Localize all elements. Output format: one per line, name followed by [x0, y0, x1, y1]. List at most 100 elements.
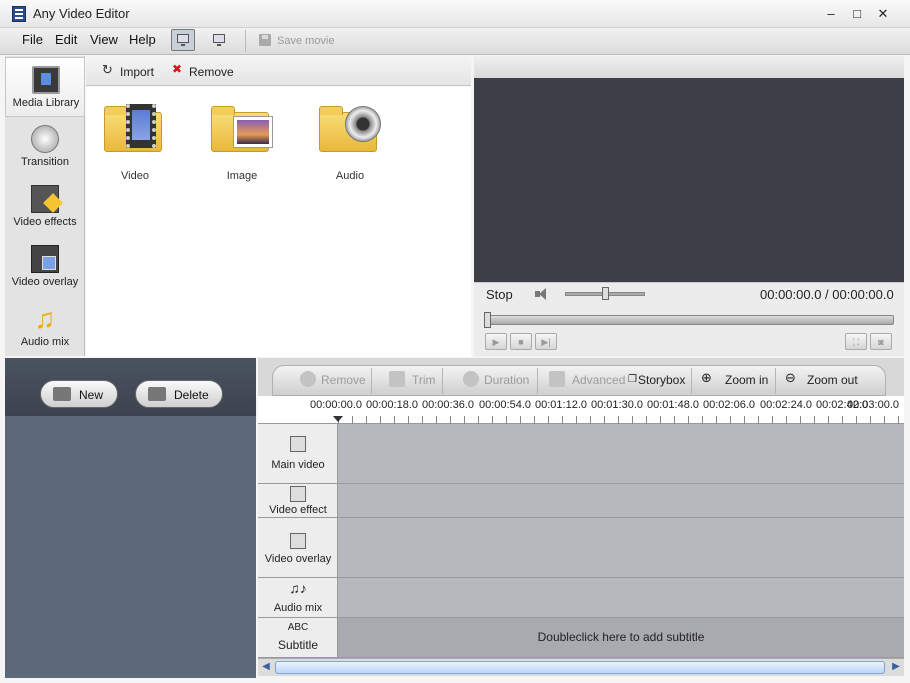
toolbar-divider: [537, 368, 538, 394]
remove-icon: ✖: [172, 62, 183, 76]
monitor-icon: [213, 34, 225, 46]
advanced-icon: [549, 371, 565, 387]
new-icon: [53, 387, 71, 401]
snapshot-button[interactable]: ◙: [870, 333, 892, 350]
main-video-track[interactable]: [338, 424, 904, 484]
ruler-ticks: [338, 416, 904, 424]
ruler-tick-label: 00:01:48.0: [647, 399, 699, 411]
advanced-button[interactable]: Advanced: [572, 373, 625, 387]
menu-file[interactable]: File: [22, 32, 43, 47]
sidebar-item-audio-mix[interactable]: ♫ Audio mix: [5, 297, 85, 357]
project-list: [5, 416, 256, 678]
sidebar-item-video-overlay[interactable]: Video overlay: [5, 237, 85, 297]
ruler-tick-label: 00:00:00.0: [310, 399, 362, 411]
minimize-button[interactable]: –: [820, 5, 842, 23]
storybox-icon: ❐: [628, 374, 637, 385]
music-note-icon: ♫: [34, 303, 56, 334]
maximize-button[interactable]: □: [846, 5, 868, 23]
film-icon: [290, 436, 306, 452]
sidebar-item-transition[interactable]: Transition: [5, 117, 85, 177]
zoom-in-button[interactable]: Zoom in: [725, 373, 768, 387]
play-button[interactable]: ▶: [485, 333, 507, 350]
zoom-out-button[interactable]: Zoom out: [807, 373, 858, 387]
track-label-main-video: Main video: [258, 424, 338, 484]
playback-status: Stop: [486, 287, 513, 302]
video-overlay-track[interactable]: [338, 518, 904, 578]
toolbar-divider: [775, 368, 776, 394]
track-label-subtitle: ABC Subtitle: [258, 618, 338, 658]
volume-slider-thumb[interactable]: [602, 287, 609, 300]
stop-button[interactable]: ■: [510, 333, 532, 350]
seek-bar[interactable]: [484, 315, 894, 325]
track-label-audio-mix: ♫♪ Audio mix: [258, 578, 338, 618]
save-icon: [259, 34, 271, 46]
fullscreen-button[interactable]: ⛶: [845, 333, 867, 350]
sidebar-label: Transition: [21, 156, 69, 168]
menu-edit[interactable]: Edit: [55, 32, 77, 47]
effect-icon: [290, 486, 306, 502]
audio-mix-track[interactable]: [338, 578, 904, 618]
ruler-tick-label: 00:00:54.0: [479, 399, 531, 411]
sidebar-item-video-effects[interactable]: Video effects: [5, 177, 85, 237]
camera-icon: ◙: [878, 337, 884, 347]
film-icon: [126, 104, 156, 148]
subtitle-hint: Doubleclick here to add subtitle: [537, 630, 705, 644]
duration-button[interactable]: Duration: [484, 373, 529, 387]
storybox-button[interactable]: Storybox: [638, 373, 685, 387]
sidebar-label: Video effects: [13, 216, 77, 228]
track-label-video-overlay: Video overlay: [258, 518, 338, 578]
tile-label: Audio: [335, 170, 365, 182]
scroll-right-icon[interactable]: ▶: [889, 660, 903, 674]
remove-clip-icon: [300, 371, 316, 387]
image-folder-tile[interactable]: Image: [197, 100, 287, 190]
delete-button[interactable]: Delete: [135, 380, 223, 408]
remove-button[interactable]: Remove: [189, 65, 234, 79]
track-label-text: Main video: [271, 459, 325, 471]
ruler-tick-label: 00:00:36.0: [422, 399, 474, 411]
toolbar-divider: [442, 368, 443, 394]
video-overlay-icon: [31, 245, 59, 273]
tile-label: Image: [226, 170, 258, 182]
next-frame-button[interactable]: ▶|: [535, 333, 557, 350]
close-button[interactable]: ✕: [872, 5, 894, 23]
music-notes-icon: ♫♪: [289, 580, 307, 596]
new-label: New: [79, 388, 104, 402]
trim-button[interactable]: Trim: [412, 373, 436, 387]
zoom-in-icon: ⊕: [701, 370, 712, 385]
audio-folder-tile[interactable]: Audio: [305, 100, 395, 190]
seek-thumb[interactable]: [484, 312, 491, 328]
preview-mode-button[interactable]: [207, 29, 231, 51]
sidebar-label: Media Library: [12, 97, 80, 109]
preview-header: [474, 56, 904, 78]
ruler-tick-label: 00:02:24.0: [760, 399, 812, 411]
sidebar-label: Audio mix: [20, 336, 70, 348]
tile-label: Video: [121, 170, 149, 182]
menu-view[interactable]: View: [90, 32, 118, 47]
delete-label: Delete: [174, 388, 209, 402]
scroll-left-icon[interactable]: ◀: [259, 660, 273, 674]
toolbar-divider: [691, 368, 692, 394]
zoom-out-icon: ⊖: [785, 370, 796, 385]
volume-icon[interactable]: [535, 287, 553, 301]
duration-icon: [463, 371, 479, 387]
ruler-tick-label: 00:03:00.0: [847, 399, 899, 411]
save-movie-button[interactable]: Save movie: [277, 35, 334, 47]
import-button[interactable]: Import: [120, 65, 154, 79]
play-icon: ▶: [492, 337, 500, 347]
remove-clip-button[interactable]: Remove: [321, 373, 366, 387]
menu-help[interactable]: Help: [129, 32, 156, 47]
fullscreen-icon: ⛶: [852, 337, 860, 347]
delete-icon: [148, 387, 166, 401]
photo-icon: [233, 116, 273, 148]
sidebar-item-media-library[interactable]: Media Library: [5, 57, 85, 117]
new-button[interactable]: New: [40, 380, 118, 408]
video-effect-track[interactable]: [338, 484, 904, 518]
subtitle-abc-icon: ABC: [287, 622, 309, 633]
transition-icon: [31, 125, 59, 153]
storyboard-mode-button[interactable]: [171, 29, 195, 51]
playhead-marker[interactable]: [333, 416, 343, 422]
video-folder-tile[interactable]: Video: [90, 100, 180, 190]
track-label-text: Audio mix: [273, 602, 323, 614]
scrollbar-thumb[interactable]: [275, 661, 885, 674]
ruler-tick-label: 00:01:30.0: [591, 399, 643, 411]
